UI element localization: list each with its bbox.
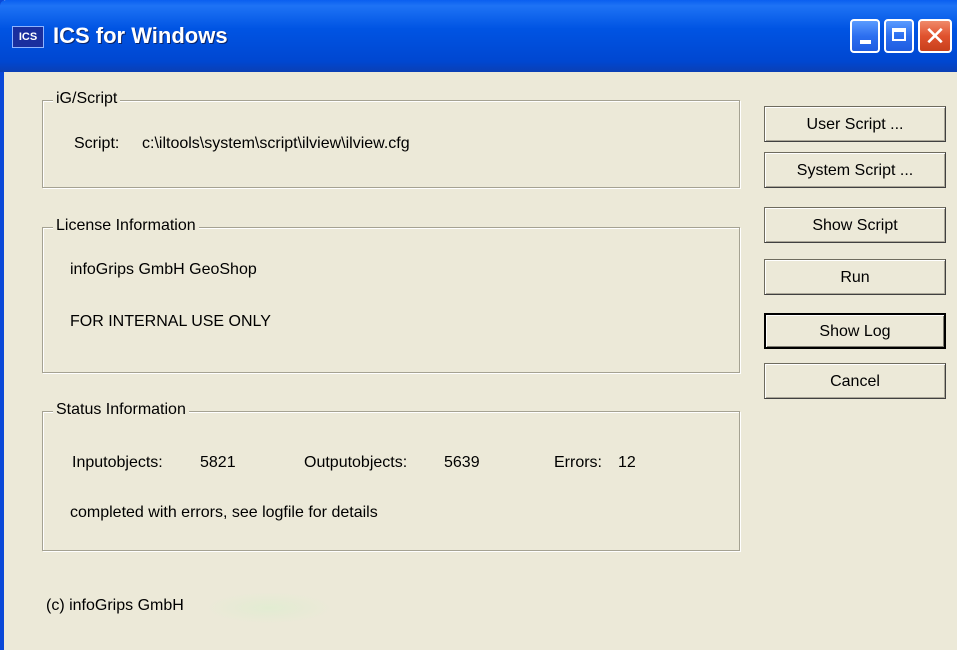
show-script-button[interactable]: Show Script (764, 207, 946, 243)
cancel-button[interactable]: Cancel (764, 363, 946, 399)
status-message: completed with errors, see logfile for d… (70, 504, 378, 521)
errors-label: Errors: (554, 454, 602, 471)
maximize-icon (892, 28, 906, 41)
script-label: Script: (74, 135, 120, 152)
output-objects-label: Outputobjects: (304, 454, 408, 471)
errors-value: 12 (618, 454, 636, 471)
input-objects-value: 5821 (200, 454, 236, 471)
status-group: Status Information (42, 401, 740, 551)
app-window: ICS ICS for Windows ✕ iG/Script Script: … (0, 0, 957, 650)
app-icon: ICS (12, 26, 44, 48)
license-note: FOR INTERNAL USE ONLY (70, 313, 271, 330)
license-group: License Information (42, 217, 740, 373)
user-script-button[interactable]: User Script ... (764, 106, 946, 142)
close-icon: ✕ (924, 21, 946, 51)
maximize-button[interactable] (884, 19, 914, 53)
script-path: c:\iltools\system\script\ilview\ilview.c… (142, 135, 410, 152)
show-log-button[interactable]: Show Log (764, 313, 946, 349)
license-group-legend: License Information (53, 217, 199, 235)
window-title: ICS for Windows (53, 23, 228, 48)
copyright-text: (c) infoGrips GmbH (46, 597, 184, 614)
minimize-icon (860, 40, 871, 44)
run-button[interactable]: Run (764, 259, 946, 295)
licensee-name: infoGrips GmbH GeoShop (70, 261, 257, 278)
minimize-button[interactable] (850, 19, 880, 53)
output-objects-value: 5639 (444, 454, 480, 471)
close-button[interactable]: ✕ (918, 19, 952, 53)
status-group-legend: Status Information (53, 401, 189, 419)
system-script-button[interactable]: System Script ... (764, 152, 946, 188)
input-objects-label: Inputobjects: (72, 454, 163, 471)
copyright-highlight (209, 593, 329, 623)
script-group-legend: iG/Script (53, 90, 121, 108)
title-bar[interactable]: ICS ICS for Windows ✕ (0, 0, 957, 72)
